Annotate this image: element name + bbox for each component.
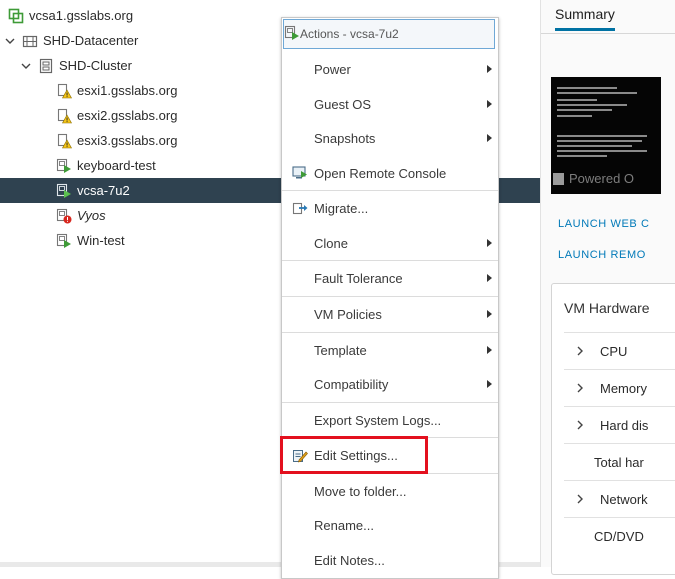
menu-item-label: Edit Notes... xyxy=(314,552,385,568)
submenu-arrow-icon xyxy=(487,274,492,282)
vm-status-icon xyxy=(553,173,564,185)
launch-remote-console-link[interactable]: LAUNCH REMO xyxy=(558,249,646,261)
tree-item-label: esxi3.gsslabs.org xyxy=(77,133,178,148)
vm-powered-on-icon xyxy=(56,183,72,199)
menu-item-edit-notes[interactable]: Edit Notes... xyxy=(282,543,498,577)
menu-item-label: Export System Logs... xyxy=(314,412,442,428)
vm-powered-on-icon xyxy=(284,25,300,44)
menu-item-label: Clone xyxy=(314,235,348,251)
menu-item-label: Guest OS xyxy=(314,96,372,112)
submenu-arrow-icon xyxy=(487,65,492,73)
host-warning-icon xyxy=(56,133,73,149)
tree-item-label: Vyos xyxy=(77,208,106,223)
datacenter-icon xyxy=(22,33,38,49)
submenu-arrow-icon xyxy=(487,346,492,354)
launch-web-console-link[interactable]: LAUNCH WEB C xyxy=(558,218,650,230)
submenu-arrow-icon xyxy=(487,100,492,108)
hw-row-label: CD/DVD xyxy=(594,528,644,544)
tree-item-label: vcsa-7u2 xyxy=(77,183,130,198)
tree-item-label: esxi2.gsslabs.org xyxy=(77,108,178,123)
vm-powered-on-icon xyxy=(56,233,72,249)
actions-context-menu: Actions - vcsa-7u2 Power Guest OS Snapsh… xyxy=(281,17,499,579)
hw-row-memory[interactable]: Memory xyxy=(564,369,675,406)
chevron-right-icon[interactable] xyxy=(576,492,586,507)
console-status-label: Powered O xyxy=(569,171,635,186)
vm-hardware-title: VM Hardware xyxy=(564,300,650,316)
menu-item-compatibility[interactable]: Compatibility xyxy=(282,367,498,401)
menu-item-export-system-logs[interactable]: Export System Logs... xyxy=(282,403,498,437)
menu-item-label: Template xyxy=(314,342,367,358)
submenu-arrow-icon xyxy=(487,239,492,247)
submenu-arrow-icon xyxy=(487,380,492,388)
chevron-down-icon[interactable] xyxy=(20,60,32,72)
migrate-icon xyxy=(292,200,310,216)
console-status: Powered O xyxy=(553,171,634,186)
tree-item-label: esxi1.gsslabs.org xyxy=(77,83,178,98)
host-warning-icon xyxy=(56,83,73,99)
hw-row-label: Memory xyxy=(600,380,647,396)
tree-item-label: SHD-Cluster xyxy=(59,58,132,73)
hw-row-cpu[interactable]: CPU xyxy=(564,332,675,369)
vcenter-icon xyxy=(8,8,24,24)
menu-item-label: Migrate... xyxy=(314,200,369,216)
host-warning-icon xyxy=(56,108,73,124)
console-thumbnail[interactable]: Powered O xyxy=(551,77,661,194)
menu-item-snapshots[interactable]: Snapshots xyxy=(282,121,498,155)
menu-item-label: Open Remote Console xyxy=(314,165,447,181)
edit-settings-highlight-box xyxy=(280,436,428,474)
hw-row-label: Network xyxy=(600,491,648,507)
vm-powered-on-icon xyxy=(56,158,72,174)
menu-header-label: Actions - vcsa-7u2 xyxy=(300,27,399,41)
menu-item-label: Power xyxy=(314,61,351,77)
cluster-icon xyxy=(38,58,54,74)
menu-item-label: Compatibility xyxy=(314,376,389,392)
tree-item-label: keyboard-test xyxy=(77,158,156,173)
menu-item-move-to-folder[interactable]: Move to folder... xyxy=(282,474,498,508)
tree-item-label: Win-test xyxy=(77,233,125,248)
vm-hardware-card: VM Hardware CPU Memory Hard dis Total ha… xyxy=(551,283,675,575)
remote-console-icon xyxy=(292,165,310,181)
hw-row-label: CPU xyxy=(600,343,628,359)
submenu-arrow-icon xyxy=(487,134,492,142)
hw-row-label: Hard dis xyxy=(600,417,649,433)
chevron-right-icon[interactable] xyxy=(576,381,586,396)
chevron-down-icon[interactable] xyxy=(4,35,16,47)
menu-item-clone[interactable]: Clone xyxy=(282,226,498,260)
menu-item-label: Fault Tolerance xyxy=(314,270,403,286)
menu-item-guest-os[interactable]: Guest OS xyxy=(282,87,498,121)
hw-row-hard-disk[interactable]: Hard dis xyxy=(564,406,675,443)
hw-row-network[interactable]: Network xyxy=(564,480,675,517)
menu-item-migrate[interactable]: Migrate... xyxy=(282,191,498,225)
menu-item-label: Rename... xyxy=(314,517,374,533)
tree-item-label: SHD-Datacenter xyxy=(43,33,139,48)
menu-item-label: VM Policies xyxy=(314,306,382,322)
menu-item-template[interactable]: Template xyxy=(282,333,498,367)
chevron-right-icon[interactable] xyxy=(576,418,586,433)
vm-error-icon xyxy=(56,208,72,224)
tree-item-label: vcsa1.gsslabs.org xyxy=(29,8,134,23)
hw-row-total-hard-disks: Total har xyxy=(564,443,675,480)
tab-divider xyxy=(541,33,675,34)
menu-item-label: Snapshots xyxy=(314,130,376,146)
summary-panel: Summary Powered O LAUNCH WEB C LAUNCH RE… xyxy=(540,0,675,575)
menu-item-label: Move to folder... xyxy=(314,483,407,499)
hw-row-label: Total har xyxy=(594,454,644,470)
menu-item-fault-tolerance[interactable]: Fault Tolerance xyxy=(282,261,498,295)
submenu-arrow-icon xyxy=(487,310,492,318)
tab-summary[interactable]: Summary xyxy=(555,6,615,31)
menu-item-open-remote-console[interactable]: Open Remote Console xyxy=(282,156,498,190)
chevron-right-icon[interactable] xyxy=(576,344,586,359)
menu-item-vm-policies[interactable]: VM Policies xyxy=(282,297,498,331)
menu-header: Actions - vcsa-7u2 xyxy=(283,19,495,49)
hw-row-cd-dvd: CD/DVD xyxy=(564,517,675,554)
menu-item-rename[interactable]: Rename... xyxy=(282,508,498,542)
menu-item-power[interactable]: Power xyxy=(282,52,498,86)
